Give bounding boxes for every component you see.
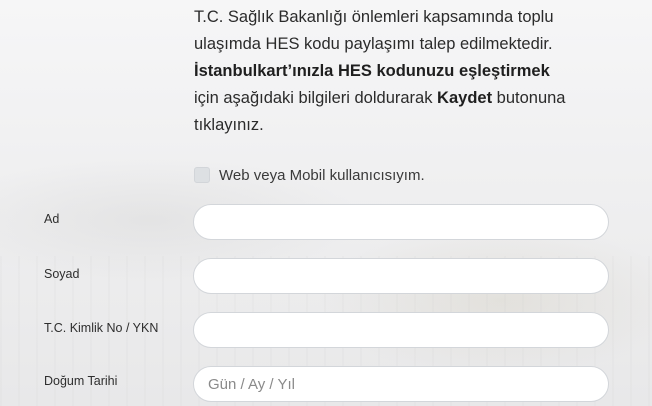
ad-input[interactable] — [193, 204, 609, 240]
intro-line-3: İstanbulkart’ınızla HES kodunuzu eşleşti… — [194, 58, 634, 85]
intro-text: T.C. Sağlık Bakanlığı önlemleri kapsamın… — [194, 4, 634, 139]
intro-line-4-prefix: için aşağıdaki bilgileri doldurarak — [194, 89, 438, 107]
soyad-label: Soyad — [44, 267, 80, 281]
intro-kaydet-bold: Kaydet — [437, 89, 493, 107]
intro-line-5: tıklayınız. — [194, 116, 264, 134]
hes-form-panel: T.C. Sağlık Bakanlığı önlemleri kapsamın… — [0, 0, 652, 406]
intro-line-1: T.C. Sağlık Bakanlığı önlemleri kapsamın… — [194, 8, 554, 26]
dogum-tarihi-input[interactable] — [193, 366, 609, 402]
intro-line-4: için aşağıdaki bilgileri doldurarak Kayd… — [194, 85, 634, 112]
web-mobile-user-checkbox[interactable] — [194, 167, 210, 183]
intro-line-3-bold: İstanbulkart’ınızla HES kodunuzu eşleşti… — [194, 62, 550, 80]
ad-label: Ad — [44, 212, 60, 226]
web-mobile-user-label[interactable]: Web veya Mobil kullanıcısıyım. — [219, 167, 425, 184]
kimlik-label: T.C. Kimlik No / YKN — [44, 321, 159, 335]
intro-line-2: ulaşımda HES kodu paylaşımı talep edilme… — [194, 35, 553, 53]
dogum-tarihi-label: Doğum Tarihi — [44, 374, 118, 388]
soyad-input[interactable] — [193, 258, 609, 294]
kimlik-no-input[interactable] — [193, 312, 609, 348]
web-mobile-user-row[interactable]: Web veya Mobil kullanıcısıyım. — [194, 165, 425, 185]
intro-line-4-suffix: butonuna — [492, 89, 566, 107]
